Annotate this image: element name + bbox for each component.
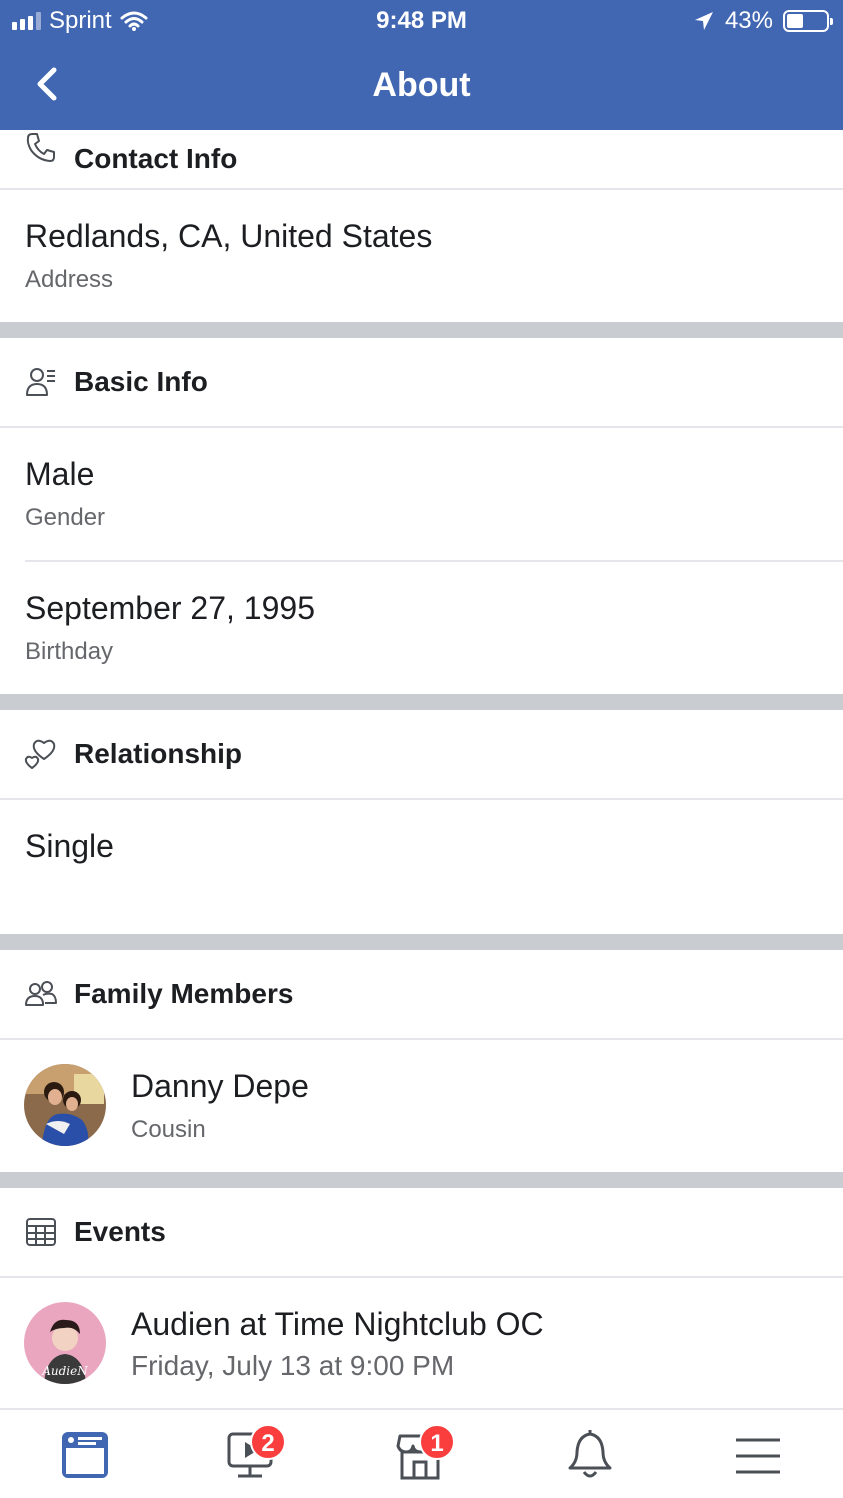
status-right: 43% [693, 7, 833, 35]
page-title: About [372, 66, 471, 104]
tab-notifications[interactable] [560, 1428, 620, 1484]
event-name: Audien at Time Nightclub OC [131, 1306, 544, 1342]
gender-item[interactable]: Male Gender [0, 428, 843, 560]
section-title-contact: Contact Info [74, 143, 238, 174]
address-item[interactable]: Redlands, CA, United States Address [0, 190, 843, 322]
section-title-family: Family Members [74, 978, 294, 1009]
section-separator [0, 1172, 843, 1188]
nav-bar: About [0, 42, 843, 130]
event-avatar-text: AudieN [41, 1364, 88, 1378]
battery-icon [783, 10, 833, 32]
tab-watch[interactable]: 2 [222, 1424, 286, 1484]
calendar-icon [26, 1218, 56, 1246]
people-icon [25, 981, 57, 1006]
section-contact-info: Contact Info [0, 118, 843, 190]
family-member-row[interactable]: Danny Depe Cousin [0, 1040, 843, 1172]
section-relationship: Relationship [0, 710, 843, 800]
section-separator [0, 934, 843, 950]
relationship-value: Single [25, 828, 114, 864]
event-time: Friday, July 13 at 9:00 PM [131, 1350, 455, 1381]
birthday-value: September 27, 1995 [25, 590, 315, 626]
battery-fill [787, 14, 803, 28]
news-feed-icon [62, 1432, 108, 1478]
birthday-label: Birthday [25, 638, 114, 665]
relationship-item[interactable]: Single [0, 800, 843, 934]
tab-news-feed[interactable] [55, 1428, 115, 1484]
tab-menu[interactable] [728, 1428, 788, 1484]
battery-percent: 43% [724, 7, 773, 34]
gender-value: Male [25, 456, 95, 492]
marketplace-badge: 1 [419, 1424, 455, 1460]
family-member-name: Danny Depe [131, 1068, 309, 1104]
section-basic-info: Basic Info [0, 338, 843, 428]
event-row[interactable]: AudieN Audien at Time Nightclub OC Frida… [0, 1278, 843, 1410]
tab-marketplace[interactable]: 1 [391, 1424, 455, 1484]
about-content: Contact Info Redlands, CA, United States… [0, 130, 843, 1410]
birthday-item[interactable]: September 27, 1995 Birthday [0, 562, 843, 694]
section-family: Family Members [0, 950, 843, 1040]
address-value: Redlands, CA, United States [25, 218, 433, 254]
address-label: Address [25, 266, 114, 293]
section-title-events: Events [74, 1216, 166, 1247]
hamburger-menu-icon [736, 1438, 780, 1474]
person-list-icon [26, 368, 55, 396]
event-avatar[interactable]: AudieN [24, 1302, 106, 1384]
bottom-tab-bar: 2 1 [0, 1408, 843, 1498]
bell-icon [568, 1430, 612, 1478]
section-separator [0, 322, 843, 338]
family-member-relation: Cousin [131, 1116, 206, 1143]
location-arrow-icon [694, 12, 713, 30]
section-events: Events [0, 1188, 843, 1278]
family-member-avatar[interactable] [24, 1064, 106, 1146]
phone-icon [26, 133, 55, 162]
hearts-icon [24, 739, 56, 769]
section-separator [0, 694, 843, 710]
gender-label: Gender [25, 504, 106, 531]
status-bar: Sprint 9:48 PM 43% [0, 0, 843, 42]
watch-badge: 2 [250, 1424, 286, 1460]
app-header: Sprint 9:48 PM 43% About [0, 0, 843, 130]
section-title-basic: Basic Info [74, 366, 208, 397]
section-title-relationship: Relationship [74, 738, 243, 769]
